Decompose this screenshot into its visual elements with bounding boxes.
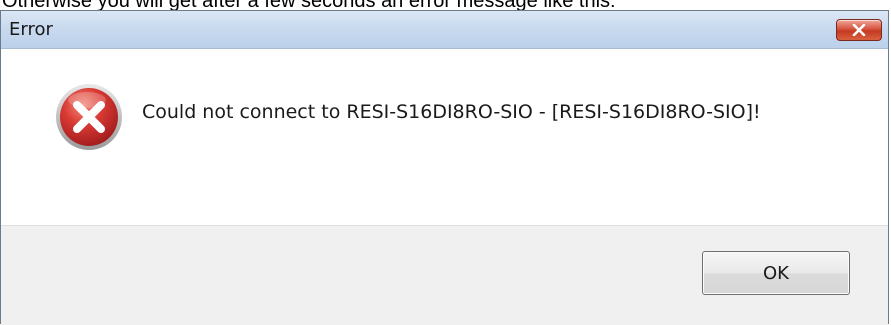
dialog-body [1,49,888,225]
title-bar[interactable]: Error [1,11,888,49]
dialog-footer: OK [1,225,888,325]
error-dialog: Error Could not connect to RESI-S16DI8RO… [0,10,889,325]
error-icon [56,84,122,150]
close-icon [852,24,866,36]
dialog-title: Error [9,19,53,40]
ok-button[interactable]: OK [702,251,850,295]
error-message: Could not connect to RESI-S16DI8RO-SIO -… [142,101,761,123]
close-button[interactable] [836,19,882,41]
